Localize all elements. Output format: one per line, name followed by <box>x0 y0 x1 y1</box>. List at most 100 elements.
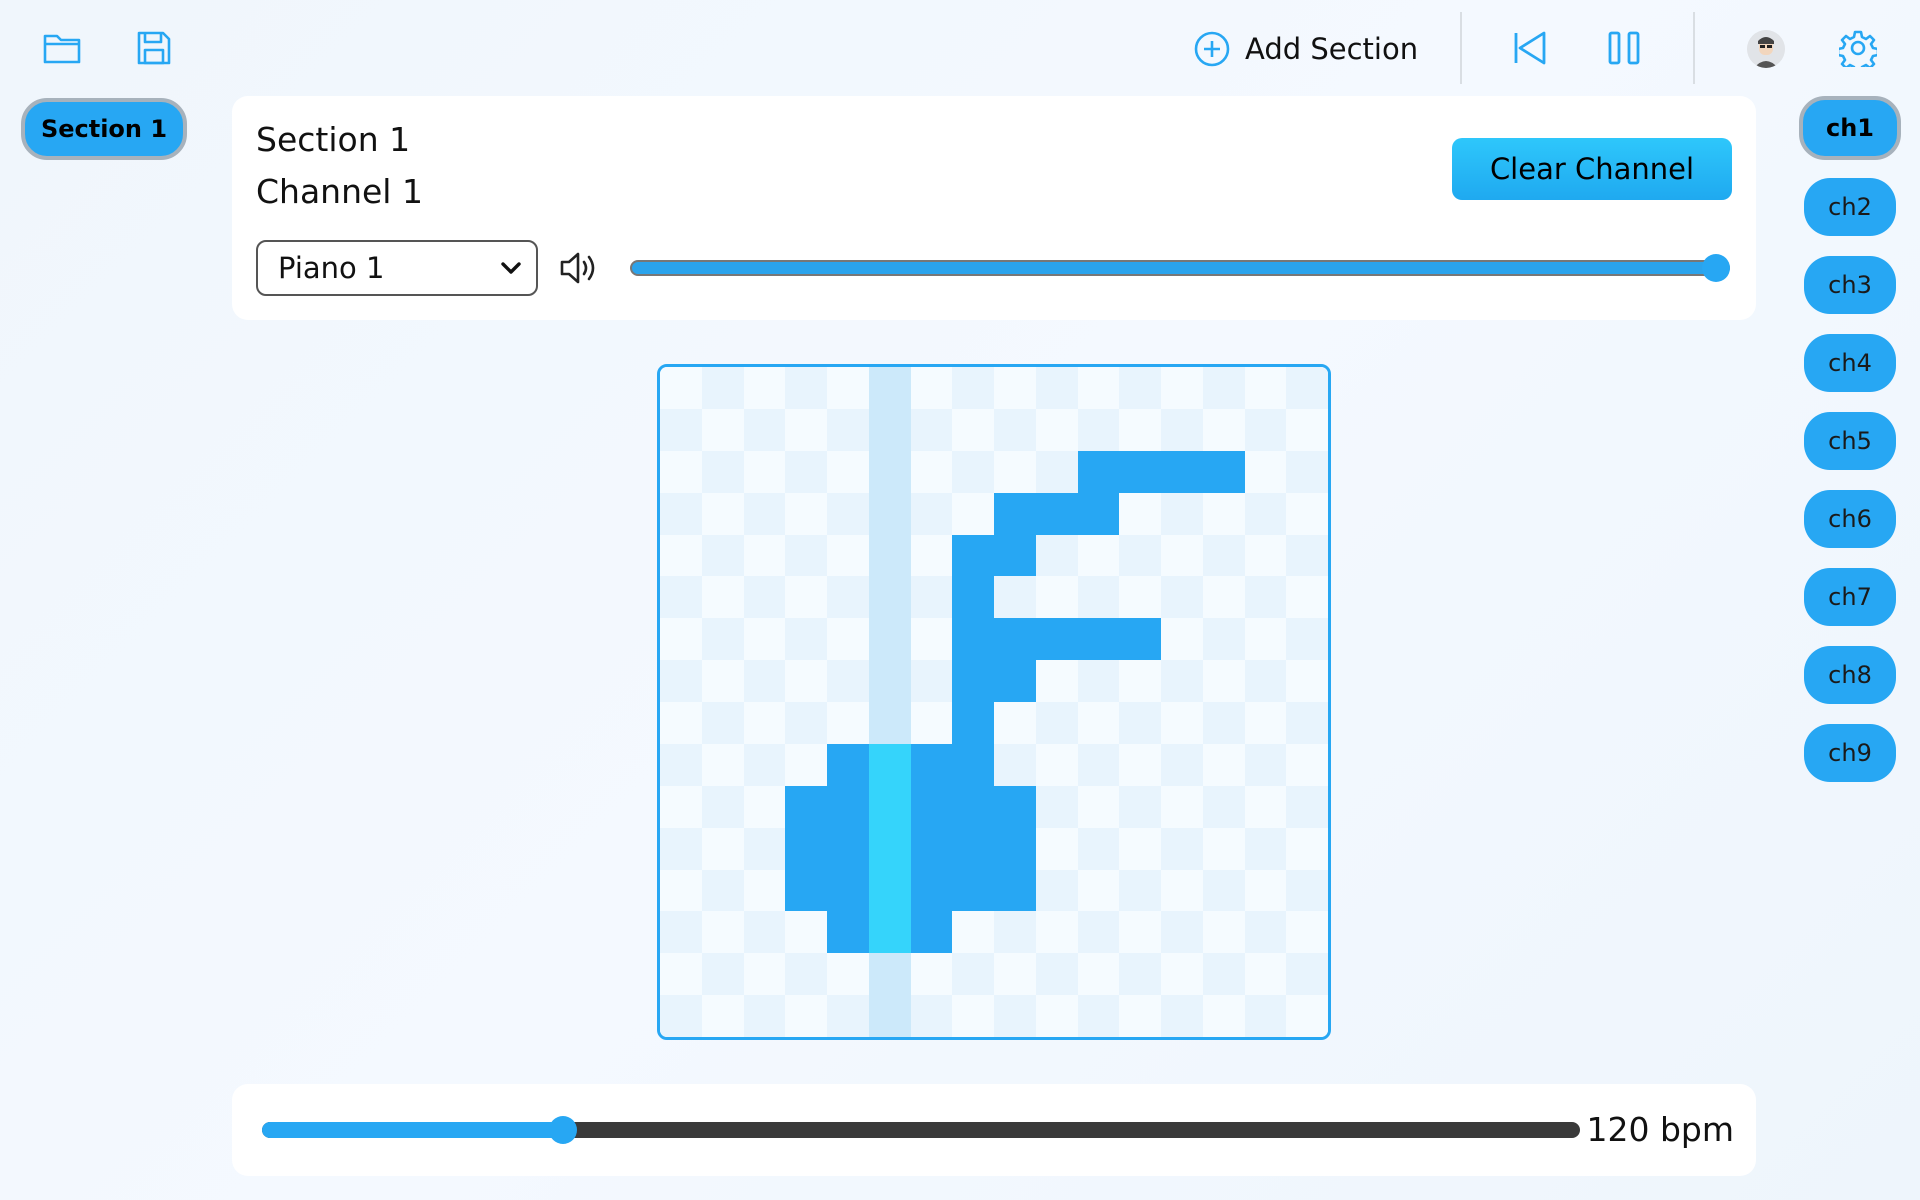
grid-cell[interactable] <box>952 450 995 493</box>
grid-cell[interactable] <box>1077 534 1120 577</box>
grid-cell[interactable] <box>785 618 828 661</box>
grid-cell[interactable] <box>1077 785 1120 828</box>
grid-cell[interactable] <box>1244 911 1287 954</box>
grid-cell[interactable] <box>994 576 1036 619</box>
grid-cell[interactable] <box>1035 492 1078 535</box>
grid-cell[interactable] <box>1077 408 1120 451</box>
grid-cell[interactable] <box>1119 785 1162 828</box>
grid-cell[interactable] <box>1077 953 1120 996</box>
grid-cell[interactable] <box>1035 911 1078 954</box>
skip-back-icon[interactable] <box>1510 28 1550 68</box>
folder-icon[interactable] <box>40 28 84 68</box>
grid-cell[interactable] <box>1244 534 1287 577</box>
grid-cell[interactable] <box>1202 660 1245 703</box>
grid-cell[interactable] <box>952 869 995 912</box>
grid-cell[interactable] <box>785 911 828 954</box>
channel-button-ch9[interactable]: ch9 <box>1804 724 1896 782</box>
grid-cell[interactable] <box>1202 618 1245 661</box>
grid-cell[interactable] <box>1119 911 1162 954</box>
grid-cell[interactable] <box>868 911 911 954</box>
grid-cell[interactable] <box>868 450 911 493</box>
grid-cell[interactable] <box>1244 492 1287 535</box>
grid-cell[interactable] <box>743 785 786 828</box>
grid-cell[interactable] <box>785 827 828 870</box>
grid-cell[interactable] <box>660 953 702 996</box>
grid-cell[interactable] <box>1244 367 1287 409</box>
grid-cell[interactable] <box>701 450 744 493</box>
grid-cell[interactable] <box>1119 576 1162 619</box>
grid-cell[interactable] <box>1161 408 1203 451</box>
grid-cell[interactable] <box>701 618 744 661</box>
grid-cell[interactable] <box>910 367 953 409</box>
grid-cell[interactable] <box>1161 660 1203 703</box>
grid-cell[interactable] <box>1244 702 1287 744</box>
grid-cell[interactable] <box>701 743 744 786</box>
grid-cell[interactable] <box>1035 953 1078 996</box>
grid-cell[interactable] <box>1035 367 1078 409</box>
grid-cell[interactable] <box>1286 953 1328 996</box>
grid-cell[interactable] <box>868 702 911 744</box>
grid-cell[interactable] <box>660 450 702 493</box>
grid-cell[interactable] <box>827 408 869 451</box>
grid-cell[interactable] <box>952 660 995 703</box>
grid-cell[interactable] <box>827 618 869 661</box>
grid-cell[interactable] <box>785 576 828 619</box>
grid-cell[interactable] <box>1202 785 1245 828</box>
grid-cell[interactable] <box>743 995 786 1037</box>
grid-cell[interactable] <box>1035 827 1078 870</box>
grid-cell[interactable] <box>785 660 828 703</box>
grid-cell[interactable] <box>660 785 702 828</box>
save-icon[interactable] <box>134 28 174 68</box>
grid-cell[interactable] <box>1161 995 1203 1037</box>
channel-button-ch3[interactable]: ch3 <box>1804 256 1896 314</box>
grid-cell[interactable] <box>910 743 953 786</box>
grid-cell[interactable] <box>1244 743 1287 786</box>
grid-cell[interactable] <box>827 576 869 619</box>
grid-cell[interactable] <box>1119 660 1162 703</box>
grid-cell[interactable] <box>743 618 786 661</box>
grid-cell[interactable] <box>660 827 702 870</box>
grid-cell[interactable] <box>701 492 744 535</box>
channel-button-ch1[interactable]: ch1 <box>1799 96 1901 160</box>
grid-cell[interactable] <box>868 660 911 703</box>
grid-cell[interactable] <box>952 618 995 661</box>
grid-cell[interactable] <box>1077 576 1120 619</box>
avatar[interactable] <box>1747 30 1785 68</box>
grid-cell[interactable] <box>1077 911 1120 954</box>
grid-cell[interactable] <box>1286 660 1328 703</box>
grid-cell[interactable] <box>1035 618 1078 661</box>
grid-cell[interactable] <box>1286 408 1328 451</box>
grid-cell[interactable] <box>1119 827 1162 870</box>
grid-cell[interactable] <box>1035 660 1078 703</box>
grid-cell[interactable] <box>785 702 828 744</box>
grid-cell[interactable] <box>952 743 995 786</box>
grid-cell[interactable] <box>868 995 911 1037</box>
grid-cell[interactable] <box>994 827 1036 870</box>
grid-cell[interactable] <box>743 492 786 535</box>
grid-cell[interactable] <box>1202 408 1245 451</box>
grid-cell[interactable] <box>868 953 911 996</box>
grid-cell[interactable] <box>868 827 911 870</box>
grid-cell[interactable] <box>868 618 911 661</box>
grid-cell[interactable] <box>1119 702 1162 744</box>
grid-cell[interactable] <box>827 367 869 409</box>
grid-cell[interactable] <box>994 618 1036 661</box>
grid-cell[interactable] <box>743 827 786 870</box>
channel-button-ch5[interactable]: ch5 <box>1804 412 1896 470</box>
grid-cell[interactable] <box>910 534 953 577</box>
grid-cell[interactable] <box>868 492 911 535</box>
grid-cell[interactable] <box>910 576 953 619</box>
grid-cell[interactable] <box>1161 450 1203 493</box>
grid-cell[interactable] <box>1286 785 1328 828</box>
channel-button-ch6[interactable]: ch6 <box>1804 490 1896 548</box>
grid-cell[interactable] <box>1119 408 1162 451</box>
grid-cell[interactable] <box>910 702 953 744</box>
grid-cell[interactable] <box>994 450 1036 493</box>
grid-cell[interactable] <box>827 492 869 535</box>
grid-cell[interactable] <box>994 911 1036 954</box>
grid-cell[interactable] <box>701 827 744 870</box>
grid-cell[interactable] <box>1202 450 1245 493</box>
grid-cell[interactable] <box>1161 869 1203 912</box>
grid-cell[interactable] <box>1202 576 1245 619</box>
grid-cell[interactable] <box>1161 534 1203 577</box>
